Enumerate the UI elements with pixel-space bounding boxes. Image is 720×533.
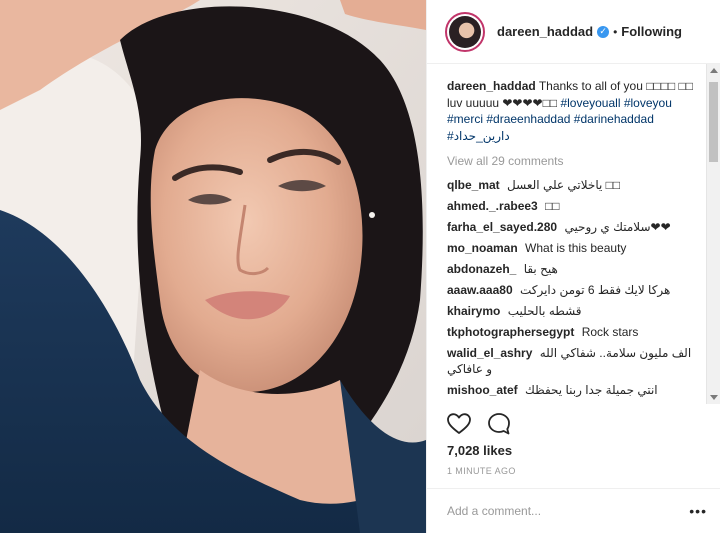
view-all-comments-link[interactable]: View all 29 comments: [447, 154, 699, 168]
post-side-panel: dareen_haddad ✓ • Following dareen_hadda…: [426, 0, 720, 533]
comment-text: هركا لايك فقط 6 تومن دايركت: [519, 283, 671, 297]
comment-text: انتي جميلة جدا ربنا يحفظك: [525, 383, 658, 397]
comment-username[interactable]: mo_noaman: [447, 241, 518, 255]
comments-list[interactable]: dareen_haddad Thanks to all of you □□□□ …: [427, 72, 707, 402]
add-comment-input[interactable]: [447, 504, 690, 518]
scroll-down-arrow-icon[interactable]: [710, 395, 718, 400]
scroll-thumb[interactable]: [709, 82, 718, 162]
comment-item: ahmed._.rabee3 □□: [447, 198, 699, 214]
header-username[interactable]: dareen_haddad: [497, 24, 593, 39]
comment-item: khairymo قشطه بالحليب: [447, 303, 699, 319]
post-timestamp[interactable]: 1 MINUTE AGO: [447, 466, 516, 476]
comment-username[interactable]: farha_el_sayed.280: [447, 220, 557, 234]
comment-username[interactable]: aaaw.aaa80: [447, 283, 513, 297]
comment-username[interactable]: khairymo: [447, 304, 500, 318]
hashtag[interactable]: #merci: [447, 112, 483, 126]
portrait-image: [0, 0, 426, 533]
comment-text: Rock stars: [581, 325, 639, 339]
avatar-image: [449, 15, 481, 48]
post-caption: dareen_haddad Thanks to all of you □□□□ …: [447, 78, 699, 144]
comment-text: قشطه بالحليب: [507, 304, 582, 318]
caption-username[interactable]: dareen_haddad: [447, 79, 536, 93]
comment-text: □□: [545, 199, 560, 213]
comment-username[interactable]: abdonazeh_: [447, 262, 516, 276]
comment-item: tkphotographersegypt Rock stars: [447, 324, 699, 340]
comment-username[interactable]: tkphotographersegypt: [447, 325, 574, 339]
instagram-post-view: dareen_haddad ✓ • Following dareen_hadda…: [0, 0, 720, 533]
scroll-up-arrow-icon[interactable]: [710, 68, 718, 73]
comment-text: هيح بقا: [523, 262, 558, 276]
comment-username[interactable]: qlbe_mat: [447, 178, 500, 192]
comments-scrollbar[interactable]: [706, 64, 720, 404]
comment-username[interactable]: ahmed._.rabee3: [447, 199, 538, 213]
comment-item: mishoo_atef انتي جميلة جدا ربنا يحفظك: [447, 382, 699, 398]
comment-item: aaaw.aaa80 هركا لايك فقط 6 تومن دايركت: [447, 282, 699, 298]
hashtag[interactable]: #loveyou: [624, 96, 672, 110]
avatar[interactable]: [445, 11, 485, 52]
following-button[interactable]: Following: [621, 24, 682, 39]
post-actions: [447, 412, 527, 436]
heart-outline-icon[interactable]: [447, 413, 471, 435]
comment-username[interactable]: mishoo_atef: [447, 383, 518, 397]
verified-badge-icon: ✓: [597, 25, 610, 38]
hashtag[interactable]: #loveyouall: [560, 96, 620, 110]
comment-item: mo_noaman What is this beauty: [447, 240, 699, 256]
comment-item: walid_el_ashry الف مليون سلامة.. شفاكي ا…: [447, 345, 699, 377]
add-comment-bar: •••: [427, 488, 720, 533]
comment-text: سلامتك ي روحيي❤❤: [564, 220, 671, 234]
comment-item: qlbe_mat ياخلاتي علي العسل □□: [447, 177, 699, 193]
comment-item: farha_el_sayed.280 سلامتك ي روحيي❤❤: [447, 219, 699, 235]
comment-username[interactable]: walid_el_ashry: [447, 346, 532, 360]
hashtag[interactable]: #darinehaddad: [574, 112, 654, 126]
comment-item: abdonazeh_ هيح بقا: [447, 261, 699, 277]
comment-text: ياخلاتي علي العسل □□: [507, 178, 621, 192]
hashtag[interactable]: #دارين_حداد: [447, 129, 510, 143]
comment-text: What is this beauty: [525, 241, 627, 255]
post-photo: [0, 0, 426, 533]
ellipsis-icon[interactable]: •••: [689, 503, 707, 519]
speech-bubble-icon[interactable]: [487, 412, 511, 436]
header-separator: •: [613, 24, 618, 39]
likes-count[interactable]: 7,028 likes: [447, 443, 512, 458]
hashtag[interactable]: #draeenhaddad: [486, 112, 570, 126]
post-header: dareen_haddad ✓ • Following: [427, 0, 720, 64]
